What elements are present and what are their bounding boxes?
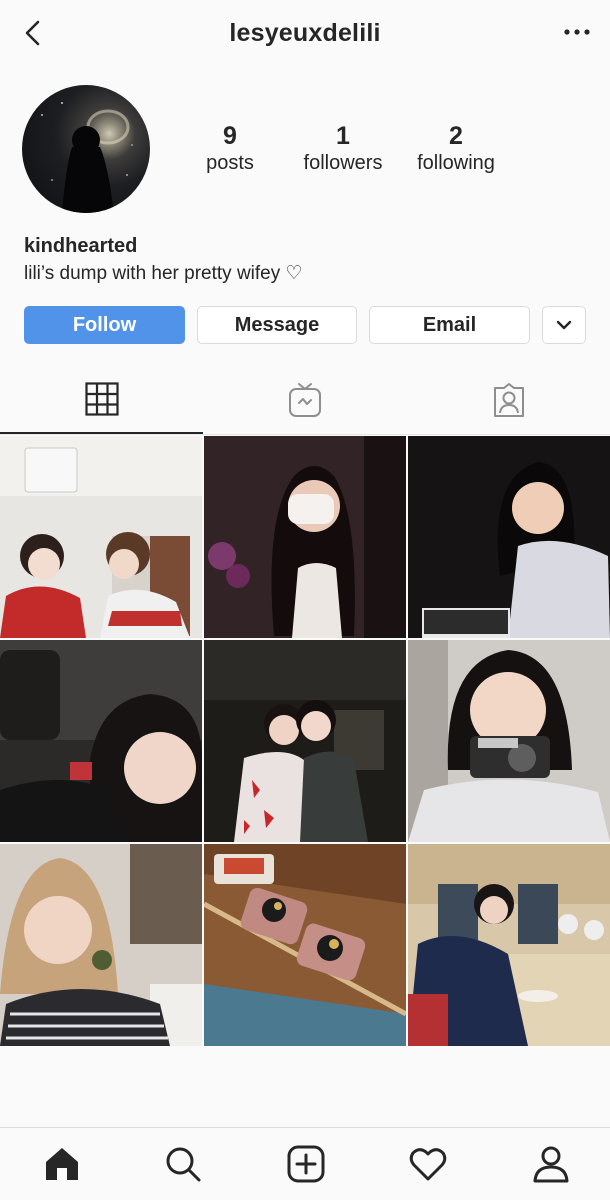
top-bar: lesyeuxdelili (0, 0, 610, 66)
message-button[interactable]: Message (197, 306, 357, 344)
post-photo-image (408, 436, 610, 638)
profile-display-name: kindhearted (24, 235, 138, 257)
home-icon[interactable] (42, 1144, 82, 1184)
tagged-icon (493, 383, 524, 417)
grid-icon (84, 382, 119, 416)
post-thumbnail[interactable] (0, 640, 202, 842)
post-thumbnail[interactable] (204, 640, 406, 842)
post-photo-image (0, 436, 202, 638)
following-label: following (417, 152, 495, 174)
post-thumbnail[interactable] (204, 844, 406, 1046)
post-photo-image (408, 844, 610, 1046)
posts-stat[interactable]: 9 posts (170, 122, 290, 176)
post-thumbnail[interactable] (408, 436, 610, 638)
profile-stats: 9 posts 1 followers 2 following (170, 122, 590, 176)
post-thumbnail[interactable] (0, 844, 202, 1046)
email-button[interactable]: Email (369, 306, 530, 344)
follow-button[interactable]: Follow (24, 306, 185, 344)
avatar-silhouette-image (41, 102, 133, 213)
post-photo-image (204, 436, 406, 638)
profile-icon[interactable] (531, 1144, 571, 1184)
post-photo-image (0, 640, 202, 842)
followers-stat[interactable]: 1 followers (290, 122, 396, 176)
tab-tagged[interactable] (407, 366, 610, 434)
add-post-icon[interactable] (286, 1144, 326, 1184)
post-thumbnail[interactable] (204, 436, 406, 638)
posts-count: 9 (223, 122, 237, 150)
more-options-icon[interactable] (562, 22, 592, 42)
post-photo-image (408, 640, 610, 842)
tab-grid[interactable] (0, 366, 203, 434)
post-thumbnail[interactable] (0, 436, 202, 638)
post-photo-image (204, 640, 406, 842)
profile-bio: lili’s dump with her pretty wifey ♡ (24, 263, 303, 284)
back-chevron-icon[interactable] (20, 18, 48, 48)
post-thumbnail[interactable] (408, 844, 610, 1046)
profile-username-title: lesyeuxdelili (229, 18, 381, 47)
profile-avatar[interactable] (22, 85, 150, 213)
bottom-navigation (0, 1127, 610, 1200)
post-photo-image (0, 844, 202, 1046)
chevron-down-icon (556, 320, 572, 330)
posts-label: posts (206, 152, 254, 174)
following-count: 2 (449, 122, 463, 150)
profile-tabs (0, 366, 610, 435)
followers-label: followers (303, 152, 383, 174)
activity-heart-icon[interactable] (408, 1144, 448, 1184)
following-stat[interactable]: 2 following (396, 122, 516, 176)
suggested-dropdown-button[interactable] (542, 306, 586, 344)
tab-igtv[interactable] (203, 366, 407, 434)
igtv-icon (289, 383, 321, 417)
post-thumbnail[interactable] (408, 640, 610, 842)
post-photo-image (204, 844, 406, 1046)
search-icon[interactable] (163, 1144, 203, 1184)
followers-count: 1 (336, 122, 350, 150)
